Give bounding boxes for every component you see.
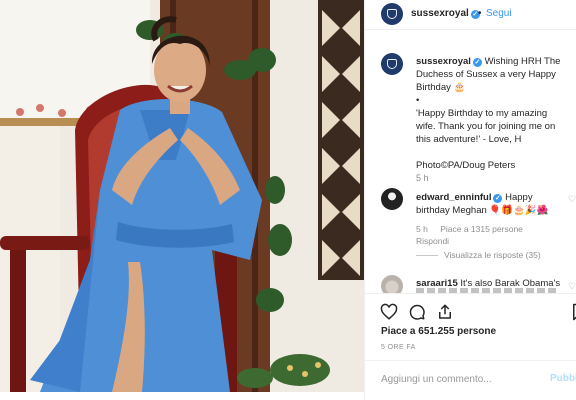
instagram-post-window: sussexroyal ✓ • Segui sussexroyal ✓ Wishin… [0,0,576,400]
photo-illustration [0,0,364,392]
comments-list[interactable]: sussexroyal ✓ Wishing HRH The Duchess of … [365,31,576,293]
comment-avatar[interactable] [381,188,403,210]
crest-icon [387,9,397,19]
verified-badge-icon: ✓ [493,194,503,203]
comment-input[interactable] [381,371,541,387]
caption-credit: Photo©PA/Doug Peters [416,160,516,171]
header-username-line[interactable]: sussexroyal ✓ [411,8,480,19]
verified-badge-icon: ✓ [472,58,482,67]
heart-icon[interactable] [379,302,399,322]
view-replies-button[interactable]: Visualizza le risposte (35) [416,250,541,260]
follow-button[interactable]: Segui [486,8,512,19]
likes-label[interactable]: Piace a 651.255 persone [381,326,496,337]
likes-count[interactable]: Piace a 651.255 persone [381,326,496,337]
comment-avatar[interactable] [381,275,403,293]
publish-button[interactable]: Pubblica [550,373,576,384]
post-timestamp: 5 ORE FA [381,344,416,351]
action-bar [365,293,576,323]
profile-avatar[interactable] [381,3,403,25]
reply-button[interactable]: Rispondi [416,236,449,246]
post-photo[interactable] [0,0,364,392]
caption-text: sussexroyal ✓ Wishing HRH The Duchess of … [416,55,568,172]
post-header: sussexroyal ✓ • Segui [365,0,576,30]
bookmark-icon[interactable] [569,302,576,322]
caption-username[interactable]: sussexroyal [416,56,471,67]
comment-username[interactable]: edward_enninful [416,192,491,203]
replies-divider [416,254,438,256]
comment-likes[interactable]: Piace a 1315 persone [440,224,523,234]
comment-time: 5 h [416,224,428,234]
crest-icon [387,59,397,69]
comment-icon[interactable] [407,302,427,322]
add-comment-bar: Pubblica [365,360,576,400]
header-username[interactable]: sussexroyal [411,8,469,19]
follow-separator: • [478,8,482,19]
caption-time: 5 h [416,173,429,183]
share-icon[interactable] [435,302,455,322]
comment-text: edward_enninful ✓ Happy birthday Meghan 🎈… [416,191,566,217]
comment-heart-icon[interactable]: ♡ [568,194,576,205]
view-replies-label[interactable]: Visualizza le risposte (35) [444,250,541,260]
caption-quote: 'Happy Birthday to my amazing wife. Than… [416,108,556,145]
caption-avatar[interactable] [381,53,403,75]
caption-bullet: • [416,95,420,106]
comment-heart-icon[interactable]: ♡ [568,281,576,292]
post-side-panel: sussexroyal ✓ • Segui sussexroyal ✓ Wishin… [364,0,576,400]
comment-meta: 5 h Piace a 1315 persone [416,224,533,234]
